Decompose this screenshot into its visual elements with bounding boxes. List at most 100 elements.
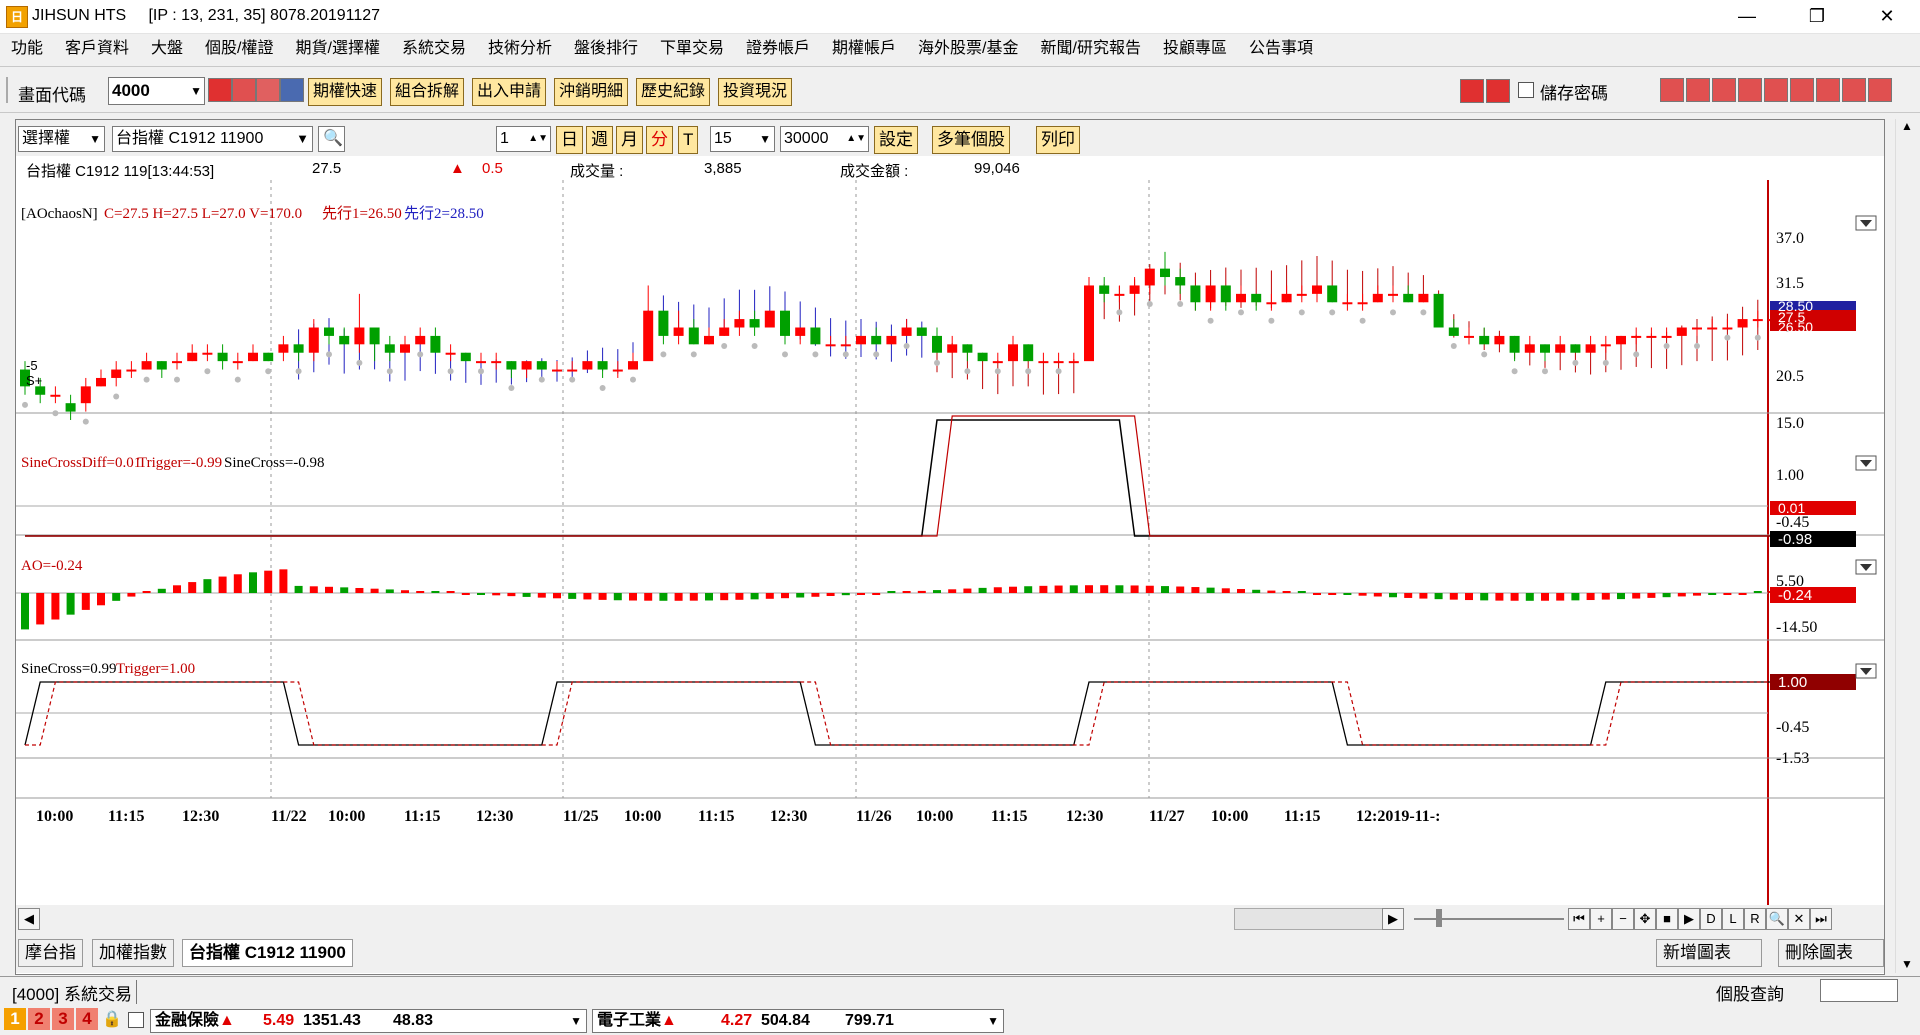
tab-taiex[interactable]: 加權指數 (92, 939, 174, 967)
tool-icon-9[interactable] (1868, 78, 1892, 102)
period-week-button[interactable]: 週 (586, 126, 613, 154)
app-logo-icon: 日 (6, 6, 28, 28)
arrow-right-icon[interactable] (1486, 79, 1510, 103)
menu-item-customer[interactable]: 客戶資料 (54, 34, 140, 64)
search-icon[interactable] (208, 78, 232, 102)
save-password-checkbox[interactable] (1518, 82, 1534, 98)
symbol-select[interactable]: 台指權 C1912 11900 ▼ (112, 126, 313, 152)
tool-icon-4[interactable] (1738, 78, 1762, 102)
count-input[interactable]: 30000 ▲▼ (780, 126, 869, 152)
close-icon[interactable]: ✕ (1788, 908, 1810, 930)
menu-item-overseas[interactable]: 海外股票/基金 (907, 34, 1029, 64)
zoom-search-icon[interactable]: 🔍 (318, 126, 345, 152)
scroll-down-icon[interactable]: ▼ (1896, 957, 1918, 971)
scroll-right-icon[interactable]: ▶ (1382, 908, 1404, 930)
stock-query-input[interactable] (1820, 979, 1898, 1002)
play-icon[interactable]: ▶ (1678, 908, 1700, 930)
r-icon[interactable]: R (1744, 908, 1766, 930)
l-icon[interactable]: L (1722, 908, 1744, 930)
tab-mtx[interactable]: 摩台指 (18, 939, 83, 967)
menu-item-order[interactable]: 下單交易 (649, 34, 735, 64)
tool-icon-1[interactable] (1660, 78, 1684, 102)
tool-icon-8[interactable] (1842, 78, 1866, 102)
screen-code-input[interactable]: 4000 ▼ (108, 77, 205, 105)
plus-icon[interactable]: + (1590, 908, 1612, 930)
tool-icon-6[interactable] (1790, 78, 1814, 102)
chart-area[interactable]: [AOchaosN] C=27.5 H=27.5 L=27.0 V=170.0 … (16, 180, 1884, 905)
restore-icon[interactable]: ❐ (1786, 0, 1848, 33)
workspace-4-button[interactable]: 4 (76, 1008, 98, 1030)
menu-item-ranking[interactable]: 盤後排行 (563, 34, 649, 64)
d-icon[interactable]: D (1700, 908, 1722, 930)
add-chart-button[interactable]: 新增圖表 (1656, 939, 1762, 967)
workspace-3-button[interactable]: 3 (52, 1008, 74, 1030)
menu-item-news[interactable]: 新聞/研究報告 (1030, 34, 1152, 64)
delete-chart-button[interactable]: 刪除圖表 (1778, 939, 1884, 967)
zoom-icon[interactable]: 🔍 (1766, 908, 1788, 930)
toolbar-button-position[interactable]: 投資現況 (718, 78, 793, 106)
toolbar-button-quick[interactable]: 期權快速 (308, 78, 383, 106)
scroll-up-icon[interactable]: ▲ (1896, 119, 1918, 133)
tool-icon-3[interactable] (1712, 78, 1736, 102)
chart-icon[interactable] (256, 78, 280, 102)
toolbar-button-history[interactable]: 歷史紀錄 (636, 78, 711, 106)
move-icon[interactable]: ✥ (1634, 908, 1656, 930)
ao-bar (826, 593, 835, 596)
minimize-icon[interactable]: — (1716, 0, 1778, 33)
close-icon[interactable]: ✕ (1856, 0, 1918, 33)
toolbar-button-combo[interactable]: 組合拆解 (390, 78, 465, 106)
ticker-item-1[interactable]: 金融保險▲ 5.49 1351.43 48.83 ▼ (150, 1009, 587, 1033)
menu-item-futures-account[interactable]: 期權帳戶 (821, 34, 907, 64)
first-icon[interactable]: ⏮ (1568, 908, 1590, 930)
print-button[interactable]: 列印 (1036, 126, 1080, 154)
tab-option[interactable]: 台指權 C1912 11900 (182, 939, 353, 967)
period-tick-button[interactable]: T (678, 126, 699, 154)
tool-icon-2[interactable] (1686, 78, 1710, 102)
menu-item-tech[interactable]: 技術分析 (477, 34, 563, 64)
menu-item-futures[interactable]: 期貨/選擇權 (285, 34, 391, 64)
ticker-2-pct: 4.27 (721, 1012, 753, 1029)
period-input[interactable]: 1 ▲▼ (496, 126, 551, 152)
vertical-scrollbar[interactable]: ▲ ▼ (1895, 119, 1918, 973)
folder-icon[interactable] (232, 78, 256, 102)
period-minute-button[interactable]: 分 (646, 126, 673, 154)
period-month-button[interactable]: 月 (616, 126, 643, 154)
tool-icon-7[interactable] (1816, 78, 1840, 102)
menu-item-function[interactable]: 功能 (0, 34, 54, 64)
ao-bar (416, 591, 425, 593)
interval-select[interactable]: 15 ▼ (710, 126, 775, 152)
scroll-left-icon[interactable]: ◀ (18, 908, 40, 930)
menu-item-advisor[interactable]: 投顧專區 (1152, 34, 1238, 64)
stop-icon[interactable]: ■ (1656, 908, 1678, 930)
toolbar-button-transfer[interactable]: 出入申請 (472, 78, 547, 106)
minus-icon[interactable]: − (1612, 908, 1634, 930)
chevron-down-icon[interactable]: ▼ (190, 78, 202, 104)
multi-stock-button[interactable]: 多筆個股 (932, 126, 1010, 154)
workspace-2-button[interactable]: 2 (28, 1008, 50, 1030)
horizontal-scrollbar[interactable] (1234, 908, 1396, 930)
ticker-item-2[interactable]: 電子工業▲ 4.27 504.84 799.71 ▼ (592, 1009, 1004, 1033)
workspace-1-button[interactable]: 1 (4, 1008, 26, 1030)
toolbar-button-offset[interactable]: 沖銷明細 (554, 78, 629, 106)
dropdown-icon[interactable] (280, 78, 304, 102)
period-day-button[interactable]: 日 (556, 126, 583, 154)
menu-bar: 功能 客戶資料 大盤 個股/權證 期貨/選擇權 系統交易 技術分析 盤後排行 下單交易 證券帳戶期… (0, 34, 1920, 64)
ticker-checkbox[interactable] (128, 1012, 144, 1028)
screen-tab[interactable]: [4000] 系統交易 (8, 980, 137, 1005)
menu-item-system-trade[interactable]: 系統交易 (391, 34, 477, 64)
zoom-slider-thumb[interactable] (1436, 909, 1442, 927)
lock-icon[interactable]: 🔒 (102, 1009, 122, 1029)
last-icon[interactable]: ⏭ (1810, 908, 1832, 930)
ao-bar (1693, 593, 1701, 596)
tool-icon-5[interactable] (1764, 78, 1788, 102)
menu-item-stocks[interactable]: 個股/權證 (194, 34, 284, 64)
ao-bar (21, 593, 29, 630)
arrow-left-icon[interactable] (1460, 79, 1484, 103)
menu-item-market[interactable]: 大盤 (140, 34, 194, 64)
settings-button[interactable]: 設定 (874, 126, 918, 154)
market-type-select[interactable]: 選擇權 ▼ (18, 126, 105, 152)
menu-item-notice[interactable]: 公告事項 (1238, 34, 1324, 64)
candle-body (1494, 335, 1505, 345)
candle-body (521, 361, 532, 370)
menu-item-securities[interactable]: 證券帳戶 (735, 34, 821, 64)
